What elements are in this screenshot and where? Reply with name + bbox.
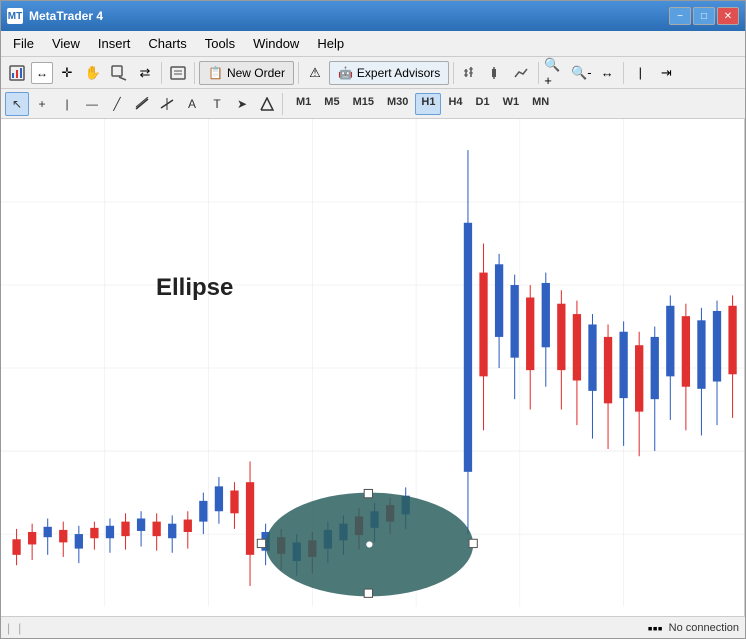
fibonacci-btn[interactable] bbox=[155, 92, 179, 116]
tf-d1[interactable]: D1 bbox=[470, 93, 496, 115]
menu-view[interactable]: View bbox=[44, 33, 88, 54]
alert-btn[interactable]: ⚠ bbox=[303, 61, 327, 85]
shape-btn[interactable] bbox=[255, 92, 279, 116]
toolbar1: ↔ ✛ ✋ ⇄ 📋 New Order ⚠ 🤖 Expert Advisors bbox=[1, 57, 745, 89]
main-window: MT MetaTrader 4 − □ ✕ File View Insert C… bbox=[0, 0, 746, 639]
new-order-button[interactable]: 📋 New Order bbox=[199, 61, 294, 85]
connection-icon: ▪▪▪ bbox=[648, 620, 663, 636]
tf-mn[interactable]: MN bbox=[526, 93, 555, 115]
toolbar-sep-3 bbox=[298, 62, 299, 84]
status-left: | | bbox=[7, 621, 21, 635]
window-title: MetaTrader 4 bbox=[29, 9, 103, 23]
vertical-line-btn[interactable]: | bbox=[55, 92, 79, 116]
toolbar2-drawing: ↖ + | — ╱ A T ➤ M1 M5 M15 M30 H1 H4 D1 W… bbox=[1, 89, 745, 119]
tf-h4[interactable]: H4 bbox=[442, 93, 468, 115]
menu-bar: File View Insert Charts Tools Window Hel… bbox=[1, 31, 745, 57]
templates-btn[interactable] bbox=[166, 61, 190, 85]
title-bar-left: MT MetaTrader 4 bbox=[7, 8, 103, 24]
cursor-btn[interactable]: ↖ bbox=[5, 92, 29, 116]
toolbar-sep-5 bbox=[538, 62, 539, 84]
horizontal-line-btn[interactable]: — bbox=[80, 92, 104, 116]
zoom-combo[interactable]: ↔ bbox=[31, 62, 53, 84]
menu-tools[interactable]: Tools bbox=[197, 33, 243, 54]
app-icon: MT bbox=[7, 8, 23, 24]
toolbar-sep-2 bbox=[194, 62, 195, 84]
tf-m30[interactable]: M30 bbox=[381, 93, 414, 115]
toolbar-sep-6 bbox=[623, 62, 624, 84]
title-bar: MT MetaTrader 4 − □ ✕ bbox=[1, 1, 745, 31]
crosshair-draw-btn[interactable]: + bbox=[30, 92, 54, 116]
status-separator-1: | bbox=[7, 621, 10, 635]
main-content: Ellipse bbox=[1, 119, 745, 616]
connection-status: No connection bbox=[669, 622, 739, 634]
bar-chart-btn[interactable] bbox=[458, 61, 482, 85]
chart-area[interactable]: Ellipse bbox=[1, 119, 745, 616]
window-controls: − □ ✕ bbox=[669, 7, 739, 25]
toolbar-sep-1 bbox=[161, 62, 162, 84]
tf-m1[interactable]: M1 bbox=[290, 93, 317, 115]
zoom-in-chart-btn[interactable]: 🔍+ bbox=[543, 61, 567, 85]
period-sep-btn[interactable]: | bbox=[628, 61, 652, 85]
move-btn[interactable]: ⇄ bbox=[133, 61, 157, 85]
text-btn[interactable]: A bbox=[180, 92, 204, 116]
candlestick-chart bbox=[1, 119, 744, 607]
menu-window[interactable]: Window bbox=[245, 33, 307, 54]
close-button[interactable]: ✕ bbox=[717, 7, 739, 25]
zoom-in-btn[interactable] bbox=[107, 61, 131, 85]
status-bar: | | ▪▪▪ No connection bbox=[1, 616, 745, 638]
maximize-button[interactable]: □ bbox=[693, 7, 715, 25]
shift-btn[interactable]: ⇥ bbox=[654, 61, 678, 85]
arrow-btn[interactable]: ➤ bbox=[230, 92, 254, 116]
crosshair-btn[interactable]: ✛ bbox=[55, 61, 79, 85]
menu-file[interactable]: File bbox=[5, 33, 42, 54]
candle-btn[interactable] bbox=[484, 61, 508, 85]
expert-advisors-button[interactable]: 🤖 Expert Advisors bbox=[329, 61, 449, 85]
tf-m15[interactable]: M15 bbox=[347, 93, 380, 115]
menu-insert[interactable]: Insert bbox=[90, 33, 139, 54]
menu-charts[interactable]: Charts bbox=[140, 33, 194, 54]
trendline-btn[interactable]: ╱ bbox=[105, 92, 129, 116]
text-label-btn[interactable]: T bbox=[205, 92, 229, 116]
minimize-button[interactable]: − bbox=[669, 7, 691, 25]
tf-h1[interactable]: H1 bbox=[415, 93, 441, 115]
zoom-out-chart-btn[interactable]: 🔍- bbox=[569, 61, 593, 85]
toolbar-sep-4 bbox=[453, 62, 454, 84]
menu-help[interactable]: Help bbox=[309, 33, 352, 54]
timeframe-group: M1 M5 M15 M30 H1 H4 D1 W1 MN bbox=[290, 93, 555, 115]
status-separator-2: | bbox=[18, 621, 21, 635]
tf-w1[interactable]: W1 bbox=[497, 93, 526, 115]
line-chart-btn[interactable] bbox=[510, 61, 534, 85]
toolbar2-sep bbox=[282, 93, 283, 115]
tf-m5[interactable]: M5 bbox=[318, 93, 345, 115]
auto-scroll-btn[interactable]: ↔ bbox=[595, 61, 619, 85]
status-right: ▪▪▪ No connection bbox=[648, 620, 739, 636]
pan-btn[interactable]: ✋ bbox=[81, 61, 105, 85]
new-chart-btn[interactable] bbox=[5, 61, 29, 85]
equidistant-btn[interactable] bbox=[130, 92, 154, 116]
